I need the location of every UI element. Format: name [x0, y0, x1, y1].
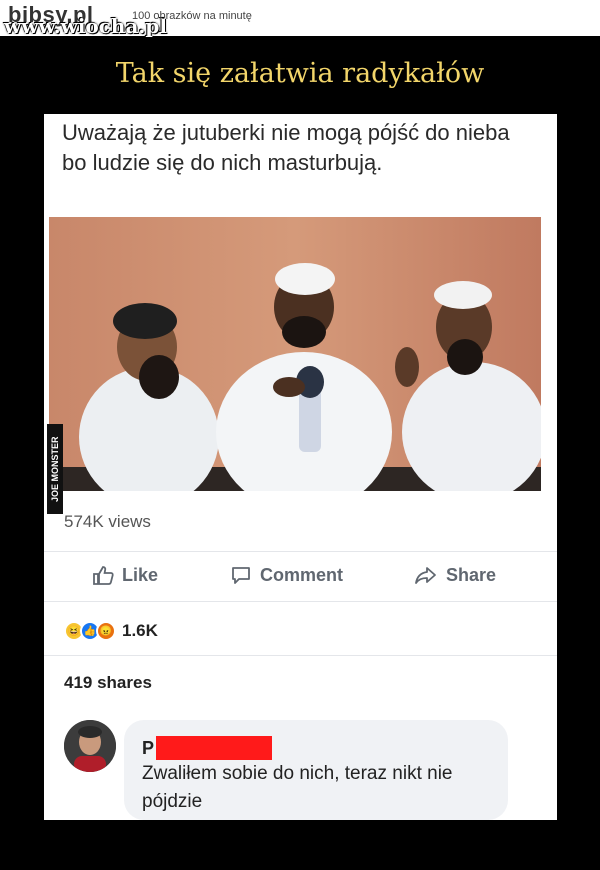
divider	[44, 551, 557, 552]
divider	[44, 601, 557, 602]
comment-icon	[230, 564, 252, 586]
like-label: Like	[122, 564, 159, 585]
divider	[44, 655, 557, 656]
facebook-post-screenshot: Uważają że jutuberki nie mogą pójść do n…	[44, 114, 557, 820]
site-tagline: 100 obrazków na minutę	[132, 10, 252, 22]
meme-title: Tak się załatwia radykałów	[115, 58, 485, 89]
site-header: bibsy.pl www.wiocha.pl 100 obrazków na m…	[0, 0, 600, 38]
share-arrow-icon	[414, 564, 438, 586]
name-redaction	[156, 736, 273, 760]
reaction-summary[interactable]: 😆 👍 😠 1.6K	[64, 621, 158, 641]
comment-bubble: P Zwaliłem sobie do nich, teraz nikt nie…	[124, 720, 508, 820]
like-button[interactable]: Like	[92, 564, 158, 586]
share-button[interactable]: Share	[414, 564, 496, 586]
share-label: Share	[446, 564, 497, 585]
share-count[interactable]: 419 shares	[64, 673, 152, 693]
post-actions: Like Comment Share	[44, 560, 557, 594]
view-count: 574K views	[64, 512, 151, 531]
comment-label: Comment	[260, 564, 344, 585]
reaction-count: 1.6K	[122, 621, 158, 640]
comment-text: Zwaliłem sobie do nich, teraz nikt nie p…	[142, 763, 453, 812]
commenter-name[interactable]: P	[142, 736, 273, 760]
thumbs-up-icon	[92, 564, 114, 586]
commenter-initial: P	[142, 737, 155, 758]
comment-button[interactable]: Comment	[230, 564, 343, 586]
angry-icon: 😠	[96, 621, 116, 641]
post-photo[interactable]	[49, 217, 541, 491]
commenter-avatar[interactable]	[64, 720, 116, 772]
post-text: Uważają że jutuberki nie mogą pójść do n…	[62, 120, 510, 175]
joe-monster-watermark: JOE MONSTER	[47, 424, 63, 514]
